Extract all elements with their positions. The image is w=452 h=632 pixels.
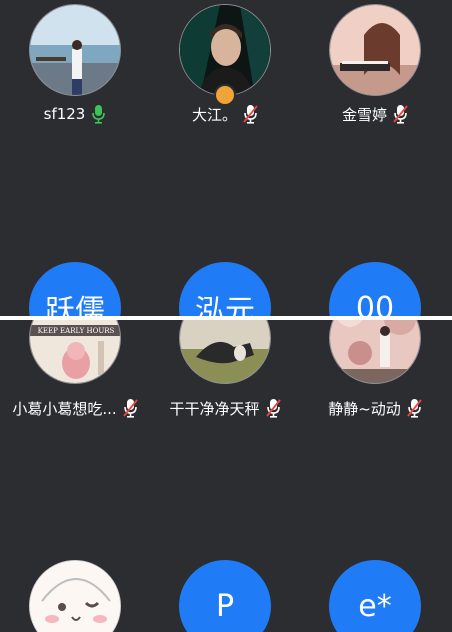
avatar[interactable] — [329, 4, 421, 96]
avatar[interactable]: KEEP EARLY HOURS — [29, 320, 121, 384]
avatar[interactable] — [179, 4, 271, 96]
member-name-row: 静静~动动 — [300, 396, 450, 420]
letter-avatar[interactable]: e* — [329, 560, 421, 632]
member-name-row: 干干净净天秤 — [150, 396, 300, 420]
voice-room-panel-top: sf123 跃儒 大江。 泓元 金雪婷 00 — [0, 0, 452, 316]
microphone-muted-icon[interactable] — [122, 398, 138, 418]
member-seat[interactable]: 大江。 泓元 — [150, 0, 300, 316]
member-name: 大江。 — [191, 105, 237, 124]
member-seat[interactable]: KEEP EARLY HOURS 小葛小葛想吃... — [0, 320, 150, 632]
avatar-initials: 跃儒 — [45, 294, 105, 316]
member-name: 静静~动动 — [328, 399, 401, 418]
avatar[interactable] — [29, 560, 121, 632]
avatar[interactable] — [329, 320, 421, 384]
member-seat[interactable]: sf123 跃儒 — [0, 0, 150, 316]
member-name: 干干净净天秤 — [169, 399, 260, 418]
letter-avatar[interactable]: 跃儒 — [29, 262, 121, 316]
voice-room-panel-bottom: KEEP EARLY HOURS 小葛小葛想吃... 干干净净天秤 P 静静~动… — [0, 320, 452, 632]
member-seat[interactable]: 静静~动动 e* — [300, 320, 450, 632]
member-name: 金雪婷 — [341, 105, 387, 124]
letter-avatar[interactable]: 泓元 — [179, 262, 271, 316]
avatar[interactable] — [29, 4, 121, 96]
member-name-row: 大江。 — [150, 102, 300, 126]
letter-avatar[interactable]: 00 — [329, 262, 421, 316]
avatar-initials: 00 — [355, 290, 395, 317]
member-name-row: sf123 — [0, 102, 150, 126]
microphone-muted-icon[interactable] — [243, 104, 258, 124]
microphone-on-icon[interactable] — [91, 104, 106, 124]
avatar-initials: P — [215, 588, 235, 624]
member-name-row: 金雪婷 — [300, 102, 450, 126]
member-name-row: 小葛小葛想吃... — [0, 396, 150, 420]
microphone-muted-icon[interactable] — [393, 104, 408, 124]
microphone-muted-icon[interactable] — [265, 398, 281, 418]
member-name: sf123 — [43, 105, 86, 123]
photo-caption: KEEP EARLY HOURS — [38, 327, 115, 335]
member-name: 小葛小葛想吃... — [12, 399, 117, 418]
member-seat[interactable]: 干干净净天秤 P — [150, 320, 300, 632]
letter-avatar[interactable]: P — [179, 560, 271, 632]
avatar-initials: 泓元 — [195, 294, 255, 316]
member-seat[interactable]: 金雪婷 00 — [300, 0, 450, 316]
microphone-muted-icon[interactable] — [407, 398, 422, 418]
avatar-initials: e* — [358, 588, 392, 624]
avatar[interactable] — [179, 320, 271, 384]
